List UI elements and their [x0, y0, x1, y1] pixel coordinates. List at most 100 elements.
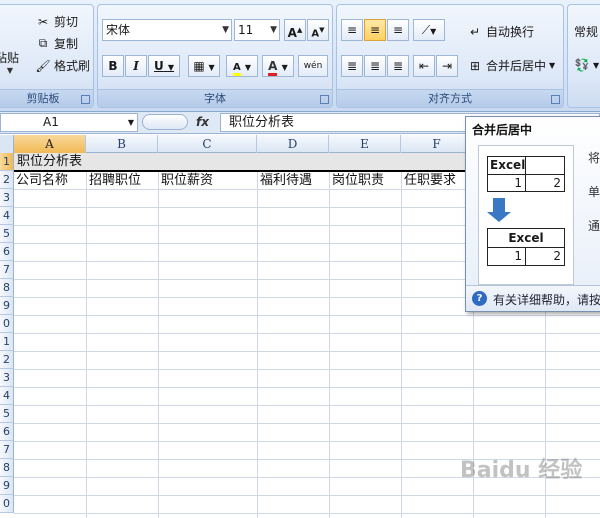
row-header[interactable]: 0	[0, 315, 14, 333]
row-header[interactable]: 1	[0, 333, 14, 351]
column-header-c[interactable]: C	[158, 135, 257, 153]
number-format-combo[interactable]: 常规	[574, 23, 598, 40]
row-header[interactable]: 7	[0, 261, 14, 279]
row-header[interactable]: 2	[0, 351, 14, 369]
before-table: Excel 1 2	[487, 156, 565, 192]
wrap-text-button[interactable]: ↵ 自动换行	[467, 23, 534, 40]
tooltip-desc-3: 通	[588, 219, 600, 233]
grow-font-button[interactable]: A▲	[284, 19, 306, 41]
clipboard-launcher-icon[interactable]	[81, 95, 90, 104]
brush-icon: 🖌	[35, 58, 51, 73]
align-middle-icon: ≡	[369, 23, 381, 37]
chevron-down-icon: ▼	[244, 63, 252, 72]
currency-icon: 💱	[574, 58, 590, 72]
increase-indent-icon: ⇥	[441, 59, 453, 73]
align-right-button[interactable]: ≣	[387, 55, 409, 77]
cell-c2[interactable]: 职位薪资	[161, 172, 257, 190]
before-label: Excel	[490, 158, 526, 172]
cell-e2[interactable]: 岗位职责	[332, 172, 402, 190]
before-val1-text: 1	[514, 176, 522, 190]
align-top-button[interactable]: ≡	[341, 19, 363, 41]
cell-d2[interactable]: 福利待遇	[260, 172, 330, 190]
column-gridline	[329, 153, 330, 518]
shrink-font-button[interactable]: A▼	[307, 19, 329, 41]
after-val2: 2	[526, 248, 564, 265]
font-color-button[interactable]: A ▼	[262, 55, 294, 77]
cell-a1-merged[interactable]: 职位分析表	[14, 153, 473, 172]
scissors-icon: ✂	[37, 14, 49, 29]
align-middle-button[interactable]: ≡	[364, 19, 386, 41]
align-bottom-button[interactable]: ≡	[387, 19, 409, 41]
tooltip-help-text: 有关详细帮助，请按	[493, 293, 600, 307]
font-launcher-icon[interactable]	[320, 95, 329, 104]
clipboard-group-title: 剪贴板	[0, 89, 93, 107]
before-val2-text: 2	[553, 176, 561, 190]
row-header[interactable]: 5	[0, 225, 14, 243]
row-header[interactable]: 2	[0, 171, 14, 189]
row-header[interactable]: 4	[0, 207, 14, 225]
align-left-button[interactable]: ≣	[341, 55, 363, 77]
watermark-text: Baidu 经验	[460, 458, 583, 483]
bold-button[interactable]: B	[102, 55, 124, 77]
underline-button[interactable]: U ▼	[148, 55, 180, 77]
copy-button[interactable]: ⧉ 复制	[35, 35, 78, 52]
column-header-d[interactable]: D	[257, 135, 329, 153]
paste-button[interactable]: 粘贴 ▼	[0, 49, 19, 75]
format-painter-button[interactable]: 🖌 格式刷	[35, 57, 90, 74]
italic-label: I	[133, 59, 139, 73]
increase-indent-button[interactable]: ⇥	[436, 55, 458, 77]
after-label: Excel	[508, 231, 544, 245]
chevron-down-icon: ▼	[549, 61, 556, 70]
row-header[interactable]: 9	[0, 297, 14, 315]
accounting-format-button[interactable]: 💱 ▼	[574, 57, 600, 73]
row-header[interactable]: 9	[0, 477, 14, 495]
row-header[interactable]: 6	[0, 423, 14, 441]
merge-center-button[interactable]: ⊞ 合并后居中 ▼	[467, 57, 555, 74]
row-header[interactable]: 8	[0, 279, 14, 297]
wrap-text-label: 自动换行	[486, 25, 535, 39]
decrease-indent-button[interactable]: ⇤	[413, 55, 435, 77]
tooltip-desc-2: 单	[588, 185, 600, 199]
cell-f2[interactable]: 任职要求	[404, 172, 474, 190]
phonetic-button[interactable]: wén	[298, 55, 328, 77]
chevron-down-icon: ▼	[6, 66, 14, 75]
select-all-corner[interactable]	[0, 135, 14, 153]
format-painter-label: 格式刷	[54, 59, 91, 73]
column-header-e[interactable]: E	[329, 135, 401, 153]
column-header-a[interactable]: A	[14, 135, 86, 153]
formula-bar-splitter[interactable]	[142, 114, 188, 130]
row-header[interactable]: 7	[0, 441, 14, 459]
cut-button[interactable]: ✂ 剪切	[35, 13, 78, 30]
align-left-icon: ≣	[346, 59, 358, 73]
cell-b2[interactable]: 招聘职位	[89, 172, 159, 190]
chevron-down-icon: ▼	[593, 60, 600, 70]
align-center-button[interactable]: ≣	[364, 55, 386, 77]
column-header-b[interactable]: B	[86, 135, 158, 153]
column-header-f[interactable]: F	[401, 135, 473, 153]
fill-bucket-icon: A	[232, 59, 241, 76]
row-header[interactable]: 3	[0, 369, 14, 387]
orientation-button[interactable]: ⟋▼	[413, 19, 445, 41]
row-header[interactable]: 1	[0, 153, 14, 171]
row-header[interactable]: 0	[0, 495, 14, 513]
row-header[interactable]: 6	[0, 243, 14, 261]
cell-a2[interactable]: 公司名称	[16, 172, 86, 190]
borders-button[interactable]: ▦ ▼	[188, 55, 220, 77]
row-header[interactable]: 4	[0, 387, 14, 405]
fill-color-button[interactable]: A ▼	[226, 55, 258, 77]
italic-button[interactable]: I	[125, 55, 147, 77]
decrease-indent-icon: ⇤	[418, 59, 430, 73]
font-size-combo[interactable]: 11 ▼	[234, 19, 280, 41]
align-bottom-icon: ≡	[392, 23, 404, 37]
row-gridline	[14, 333, 600, 334]
insert-function-icon[interactable]: fx	[196, 115, 209, 129]
name-box[interactable]: A1 ▼	[0, 113, 138, 132]
watermark: Baidu 经验	[460, 452, 600, 502]
row-header[interactable]: 8	[0, 459, 14, 477]
row-header[interactable]: 3	[0, 189, 14, 207]
alignment-launcher-icon[interactable]	[551, 95, 560, 104]
font-color-icon: A	[268, 59, 278, 76]
font-name-combo[interactable]: 宋体 ▼	[102, 19, 232, 41]
row-header[interactable]: 5	[0, 405, 14, 423]
merge-center-tooltip: 合并后居中 Excel 1 2 Excel 1 2 将 单 通 ? 有关详细帮助…	[465, 116, 600, 312]
